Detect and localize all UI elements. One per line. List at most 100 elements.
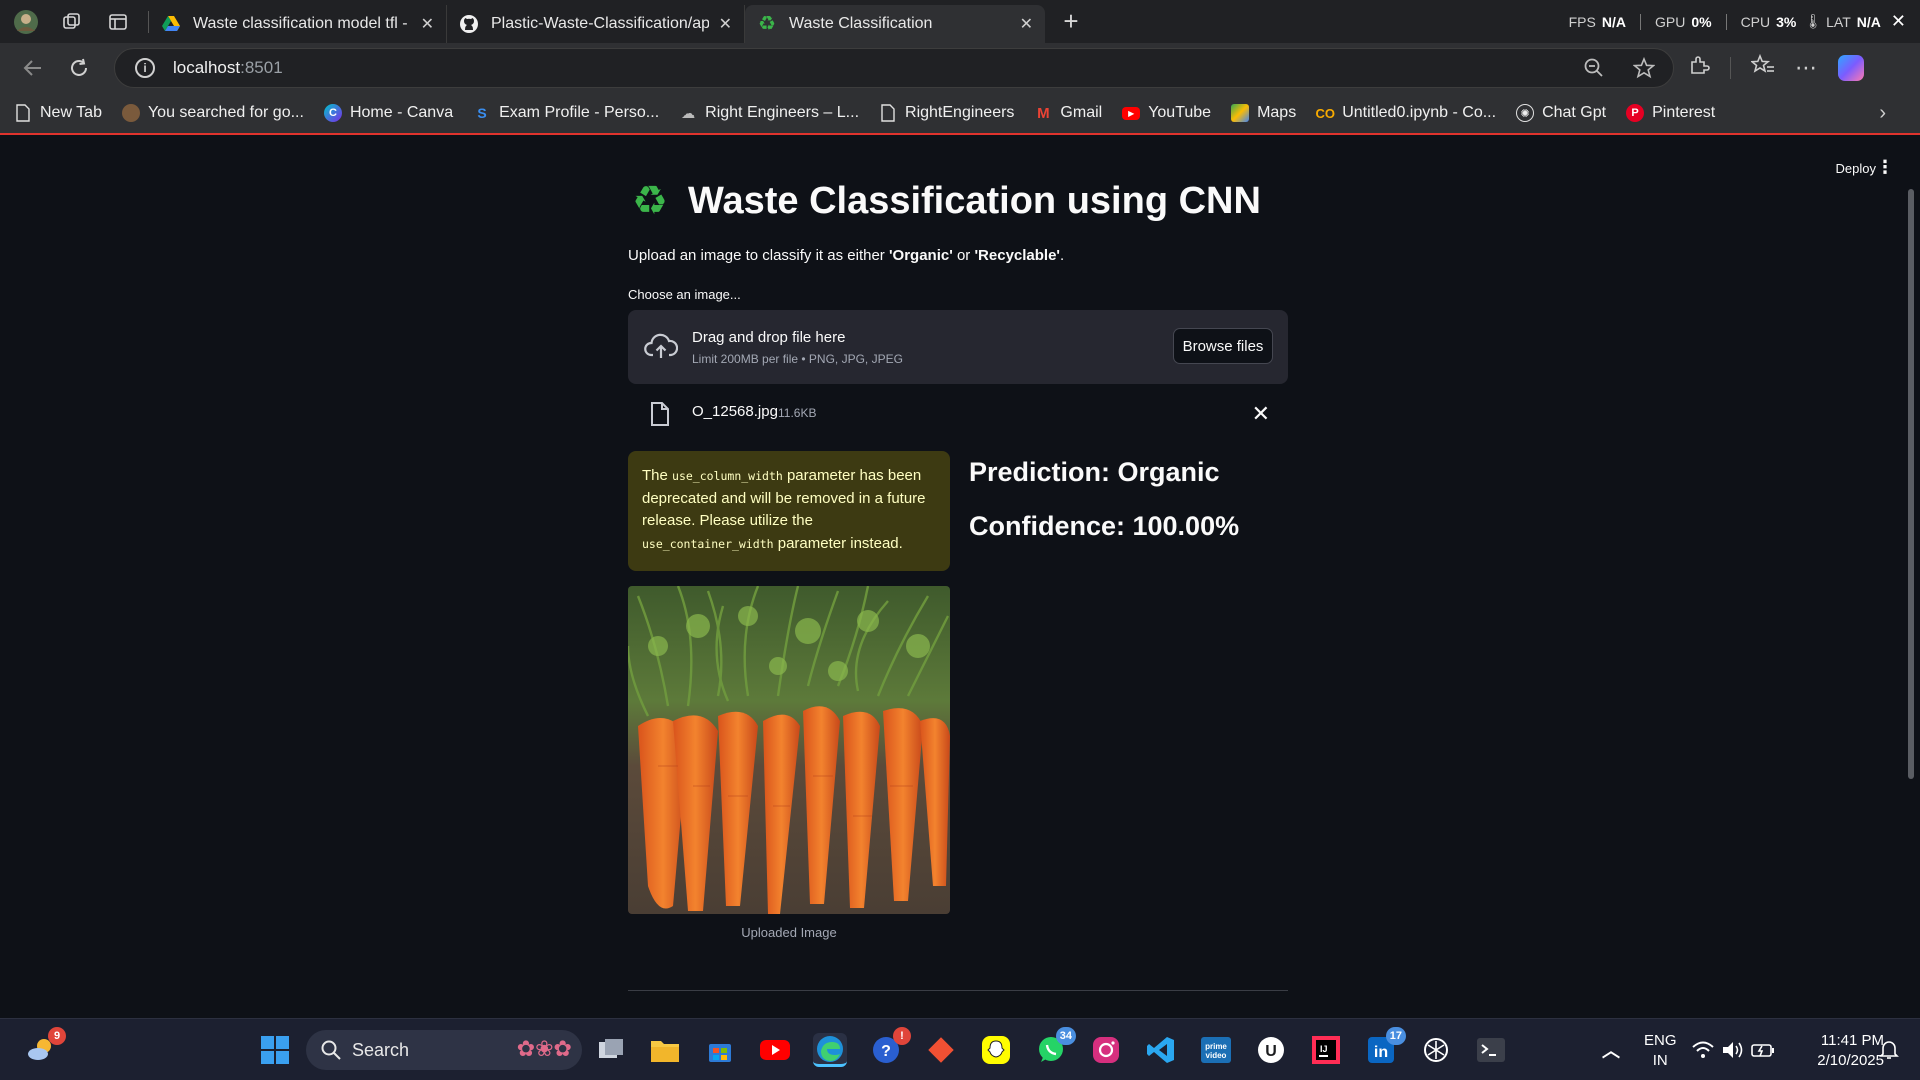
browse-files-button[interactable]: Browse files bbox=[1173, 328, 1273, 364]
windows-taskbar: 9 Search ✿❀✿ ? ! 34 prime video U IJ in … bbox=[0, 1018, 1920, 1080]
page-icon bbox=[14, 104, 32, 122]
bookmark-label: Home - Canva bbox=[349, 104, 454, 121]
bookmark-label: Untitled0.ipynb - Co... bbox=[1342, 104, 1497, 121]
bookmark-gmail[interactable]: M Gmail bbox=[1034, 104, 1102, 122]
file-icon bbox=[648, 401, 672, 427]
file-explorer-icon[interactable] bbox=[648, 1033, 682, 1067]
copilot-badge: ! bbox=[893, 1027, 911, 1045]
close-tab-icon[interactable]: ✕ bbox=[421, 14, 434, 34]
refresh-icon[interactable] bbox=[56, 48, 102, 88]
copilot-icon[interactable] bbox=[1838, 55, 1864, 81]
linkedin-badge: 17 bbox=[1385, 1027, 1406, 1045]
site-info-icon[interactable]: i bbox=[135, 58, 155, 78]
more-options-icon[interactable]: ⋯ bbox=[1795, 55, 1818, 81]
vertical-tabs-icon[interactable] bbox=[100, 4, 136, 40]
profile-avatar-icon[interactable] bbox=[8, 4, 44, 40]
edge-browser-icon[interactable] bbox=[813, 1033, 847, 1067]
youtube-app-icon[interactable] bbox=[758, 1033, 792, 1067]
vscode-icon[interactable] bbox=[1144, 1033, 1178, 1067]
tab-drive[interactable]: Waste classification model tfl - Go ✕ bbox=[149, 4, 447, 43]
bookmark-canva[interactable]: C Home - Canva bbox=[323, 104, 454, 122]
windows-start-icon[interactable] bbox=[258, 1033, 292, 1067]
bookmark-chatgpt[interactable]: ✺ Chat Gpt bbox=[1516, 104, 1606, 122]
volume-icon[interactable] bbox=[1716, 1033, 1750, 1067]
system-clock[interactable]: 11:41 PM 2/10/2025 bbox=[1794, 1031, 1884, 1071]
workspaces-icon[interactable] bbox=[54, 4, 90, 40]
linkedin-icon[interactable]: in 17 bbox=[1364, 1027, 1406, 1067]
confidence-result: Confidence: 100.00% bbox=[969, 511, 1240, 541]
close-tab-icon[interactable]: ✕ bbox=[1020, 14, 1033, 34]
remove-file-icon[interactable]: ✕ bbox=[1252, 401, 1270, 427]
notifications-icon[interactable] bbox=[1872, 1033, 1906, 1067]
udemy-icon[interactable]: U bbox=[1254, 1033, 1288, 1067]
subtitle-end: . bbox=[1060, 247, 1065, 264]
svg-text:?: ? bbox=[881, 1043, 891, 1060]
close-window-icon[interactable]: ✕ bbox=[1891, 11, 1906, 32]
uploader-label: Choose an image... bbox=[628, 287, 741, 302]
tab-waste-classification[interactable]: ♻ Waste Classification ✕ bbox=[745, 4, 1045, 43]
zoom-out-icon[interactable] bbox=[1583, 57, 1605, 85]
main-menu-icon[interactable]: ⋮ bbox=[1876, 157, 1894, 178]
uploaded-file-row: O_12568.jpg 11.6KB ✕ bbox=[628, 397, 1288, 437]
show-hidden-icons-chevron-up-icon[interactable]: ︿ bbox=[1594, 1033, 1628, 1067]
github-icon bbox=[459, 14, 479, 34]
bookmark-maps[interactable]: Maps bbox=[1231, 104, 1296, 122]
terminal-icon[interactable] bbox=[1474, 1033, 1508, 1067]
tab-github[interactable]: Plastic-Waste-Classification/app.p ✕ bbox=[447, 4, 745, 43]
scrollbar[interactable] bbox=[1908, 189, 1914, 779]
subtitle-prefix: Upload an image to classify it as either bbox=[628, 247, 889, 264]
wifi-icon[interactable] bbox=[1686, 1033, 1720, 1067]
url-field[interactable]: i localhost:8501 bbox=[114, 48, 1674, 88]
new-tab-button[interactable]: + bbox=[1053, 6, 1089, 37]
copilot-app-icon[interactable]: ? ! bbox=[869, 1027, 911, 1067]
svg-text:IJ: IJ bbox=[1320, 1044, 1328, 1054]
bookmark-pinterest[interactable]: P Pinterest bbox=[1626, 104, 1715, 122]
bookmark-label: Maps bbox=[1257, 104, 1297, 121]
microsoft-store-icon[interactable] bbox=[703, 1033, 737, 1067]
canva-icon: C bbox=[323, 104, 342, 122]
page-subtitle: Upload an image to classify it as either… bbox=[628, 247, 1064, 264]
whatsapp-badge: 34 bbox=[1055, 1027, 1076, 1045]
google-drive-icon bbox=[161, 14, 181, 34]
file-dropzone[interactable]: Drag and drop file here Limit 200MB per … bbox=[628, 310, 1288, 384]
bookmark-colab[interactable]: CO Untitled0.ipynb - Co... bbox=[1315, 104, 1497, 122]
chevron-right-icon[interactable]: › bbox=[1879, 102, 1886, 125]
weather-badge: 9 bbox=[48, 1027, 66, 1045]
youtube-icon: ▶ bbox=[1122, 106, 1141, 120]
instagram-icon[interactable] bbox=[1089, 1033, 1123, 1067]
whatsapp-icon[interactable]: 34 bbox=[1034, 1027, 1076, 1067]
url-host: localhost bbox=[173, 58, 241, 77]
bookmark-right-engineers[interactable]: ☁ Right Engineers – L... bbox=[679, 104, 859, 122]
task-view-icon[interactable] bbox=[594, 1033, 628, 1067]
favorite-star-icon[interactable] bbox=[1632, 56, 1656, 85]
favorites-icon[interactable] bbox=[1749, 53, 1775, 82]
weather-icon[interactable]: 9 bbox=[24, 1027, 66, 1067]
git-icon[interactable] bbox=[924, 1033, 958, 1067]
deploy-button[interactable]: Deploy bbox=[1836, 161, 1876, 176]
close-tab-icon[interactable]: ✕ bbox=[719, 14, 732, 34]
back-icon[interactable] bbox=[10, 48, 56, 88]
bookmark-rightengineers[interactable]: RightEngineers bbox=[879, 104, 1014, 122]
dropzone-limit: Limit 200MB per file • PNG, JPG, JPEG bbox=[692, 352, 903, 366]
lat-value: N/A bbox=[1856, 13, 1881, 30]
cpu-label: CPU bbox=[1740, 13, 1771, 30]
performance-overlay: FPS N/A GPU 0% CPU 3% 🌡 LAT N/A ✕ bbox=[1569, 11, 1920, 32]
clock-time: 11:41 PM bbox=[1820, 1032, 1884, 1049]
bookmark-new-tab[interactable]: New Tab bbox=[14, 104, 102, 122]
bookmark-youtube[interactable]: ▶ YouTube bbox=[1122, 104, 1211, 122]
tab-title: Waste Classification bbox=[789, 14, 933, 32]
chatgpt-app-icon[interactable] bbox=[1419, 1033, 1453, 1067]
extensions-icon[interactable] bbox=[1688, 54, 1710, 82]
snapchat-icon[interactable] bbox=[979, 1033, 1013, 1067]
bookmark-label: RightEngineers bbox=[905, 104, 1015, 121]
taskbar-search-input[interactable]: Search ✿❀✿ bbox=[306, 1030, 582, 1070]
search-icon bbox=[320, 1039, 342, 1061]
bookmark-exam-profile[interactable]: S Exam Profile - Perso... bbox=[473, 104, 659, 122]
bookmark-search[interactable]: You searched for go... bbox=[121, 104, 304, 122]
gmail-icon: M bbox=[1037, 104, 1050, 122]
prime-video-icon[interactable]: prime video bbox=[1199, 1033, 1233, 1067]
battery-icon[interactable] bbox=[1746, 1033, 1780, 1067]
language-indicator[interactable]: ENG IN bbox=[1644, 1031, 1677, 1071]
jetbrains-icon[interactable]: IJ bbox=[1309, 1033, 1343, 1067]
subtitle-organic: 'Organic' bbox=[888, 247, 953, 264]
